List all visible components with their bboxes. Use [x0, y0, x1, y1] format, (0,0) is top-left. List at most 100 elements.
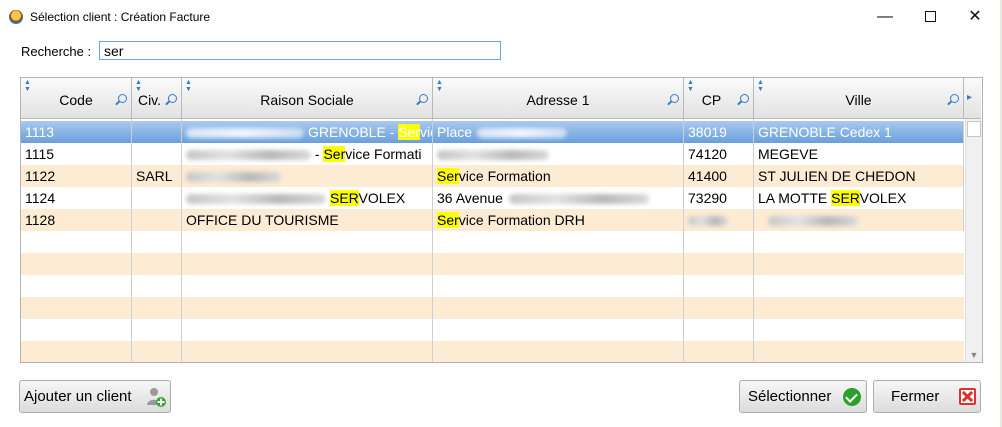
redacted-text — [437, 150, 549, 161]
column-divider — [753, 119, 754, 362]
table-row[interactable]: 1122 SARL Service Formation 41400 ST JUL… — [21, 165, 964, 187]
cell-ville: LA MOTTE SERVOLEX — [754, 187, 964, 209]
cell-adresse: Service Formation DRH — [433, 209, 684, 231]
empty-row — [21, 319, 964, 341]
column-divider — [432, 119, 433, 362]
table-row[interactable]: 1113 GRENOBLE - Servic Place 38019 GRENO… — [21, 121, 964, 143]
add-client-label: Ajouter un client — [24, 388, 132, 405]
empty-row — [21, 231, 964, 253]
window-title: Sélection client : Création Facture — [30, 10, 211, 24]
text-pre: Place — [437, 124, 473, 140]
column-search-icon[interactable] — [118, 94, 127, 103]
table-row[interactable]: 1128 OFFICE DU TOURISME Service Formatio… — [21, 209, 964, 231]
text-post: VOLEX — [859, 190, 907, 206]
close-icon: ✕ — [968, 8, 982, 25]
sort-icon[interactable]: ▲ ▼ — [24, 79, 31, 93]
search-input[interactable] — [99, 41, 501, 60]
sort-icon[interactable]: ▲ ▼ — [687, 79, 694, 93]
close-label: Fermer — [891, 388, 940, 405]
column-search-icon[interactable] — [950, 94, 959, 103]
sort-icon[interactable]: ▲ ▼ — [135, 79, 142, 93]
column-header-label: Ville — [845, 92, 872, 108]
cell-ville: GRENOBLE Cedex 1 — [754, 121, 964, 143]
redacted-text — [186, 150, 311, 161]
text-post: vice Formation DRH — [458, 212, 585, 228]
column-header-ville[interactable]: ▲ ▼ Ville — [754, 78, 964, 119]
close-window-button[interactable]: ✕ — [952, 0, 998, 34]
cell-raison-sociale: - Service Formati — [182, 143, 433, 165]
column-header-adresse[interactable]: ▲ ▼ Adresse 1 — [433, 78, 684, 119]
cell-cp — [684, 209, 754, 231]
text-post: vice Formati — [345, 146, 422, 162]
close-button[interactable]: Fermer — [873, 380, 981, 413]
minimize-button[interactable]: — — [862, 0, 908, 34]
text-pre: 36 Avenue — [437, 190, 503, 206]
cell-adresse: 36 Avenue — [433, 187, 684, 209]
redacted-text — [186, 194, 326, 205]
chevron-down-icon[interactable]: ▼ — [966, 350, 982, 360]
column-search-icon[interactable] — [419, 94, 428, 103]
cell-civ: SARL — [132, 165, 182, 187]
sort-icon[interactable]: ▲ ▼ — [757, 79, 764, 93]
text-post: VOLEX — [358, 190, 406, 206]
cell-code: 1115 — [21, 143, 132, 165]
cell-cp: 73290 — [684, 187, 754, 209]
client-table[interactable]: ▲ ▼ Code ▲ ▼ Civ. ▲ ▼ Raison Sociale ▲ ▼ Adr… — [20, 77, 983, 363]
column-header-cp[interactable]: ▲ ▼ CP — [684, 78, 754, 119]
column-header-label: Raison Sociale — [260, 92, 354, 108]
maximize-icon — [924, 11, 936, 23]
column-header-code[interactable]: ▲ ▼ Code — [21, 78, 132, 119]
column-header-raison-sociale[interactable]: ▲ ▼ Raison Sociale — [182, 78, 433, 119]
text-pre: - — [311, 146, 324, 162]
column-search-icon[interactable] — [168, 94, 177, 103]
app-icon — [9, 10, 23, 24]
cell-raison-sociale: SERVOLEX — [182, 187, 433, 209]
column-header-civ[interactable]: ▲ ▼ Civ. — [132, 78, 182, 119]
cell-cp: 41400 — [684, 165, 754, 187]
sort-icon[interactable]: ▲ ▼ — [185, 79, 192, 93]
redacted-text — [186, 172, 281, 183]
column-header-label: Adresse 1 — [526, 92, 590, 108]
cell-adresse — [433, 143, 684, 165]
redacted-text — [186, 128, 304, 139]
cell-code: 1113 — [21, 121, 132, 143]
empty-row — [21, 275, 964, 297]
scrollbar-thumb[interactable] — [967, 121, 981, 137]
table-row[interactable]: 1124 SERVOLEX 36 Avenue 73290 LA MOTTE S… — [21, 187, 964, 209]
column-divider — [181, 119, 182, 362]
cell-code: 1122 — [21, 165, 132, 187]
cell-cp: 38019 — [684, 121, 754, 143]
search-highlight: Ser — [437, 168, 459, 184]
sort-icon[interactable]: ▲ ▼ — [436, 79, 443, 93]
column-search-icon[interactable] — [740, 94, 749, 103]
search-highlight: SER — [831, 190, 860, 206]
redacted-text — [768, 216, 858, 227]
add-client-button[interactable]: Ajouter un client — [19, 380, 171, 413]
cell-civ — [132, 209, 182, 231]
redacted-text — [477, 128, 568, 139]
column-scroll-right[interactable]: ▸ — [964, 78, 981, 119]
text-pre: GRENOBLE - — [308, 124, 399, 140]
text-pre: LA MOTTE — [758, 190, 832, 206]
cell-raison-sociale: OFFICE DU TOURISME — [182, 209, 433, 231]
cell-ville — [754, 209, 964, 231]
empty-row — [21, 341, 964, 362]
column-header-label: Code — [59, 92, 93, 108]
select-button[interactable]: Sélectionner — [739, 380, 867, 413]
search-label: Recherche : — [21, 44, 92, 59]
column-search-icon[interactable] — [670, 94, 679, 103]
search-highlight: Ser — [437, 212, 459, 228]
redacted-text — [508, 194, 649, 205]
title-bar[interactable]: Sélection client : Création Facture — ✕ — [0, 0, 1002, 34]
vertical-scrollbar[interactable]: ▼ — [965, 119, 982, 362]
table-row[interactable]: 1115 - Service Formati 74120 MEGEVE — [21, 143, 964, 165]
red-x-icon — [959, 388, 976, 405]
text-post: vice Formation — [458, 168, 551, 184]
cell-civ — [132, 143, 182, 165]
cell-ville: MEGEVE — [754, 143, 964, 165]
maximize-button[interactable] — [907, 0, 953, 34]
search-highlight: Ser — [323, 146, 346, 162]
select-label: Sélectionner — [748, 388, 832, 405]
chevron-right-icon: ▸ — [967, 92, 973, 103]
cell-cp: 74120 — [684, 143, 754, 165]
